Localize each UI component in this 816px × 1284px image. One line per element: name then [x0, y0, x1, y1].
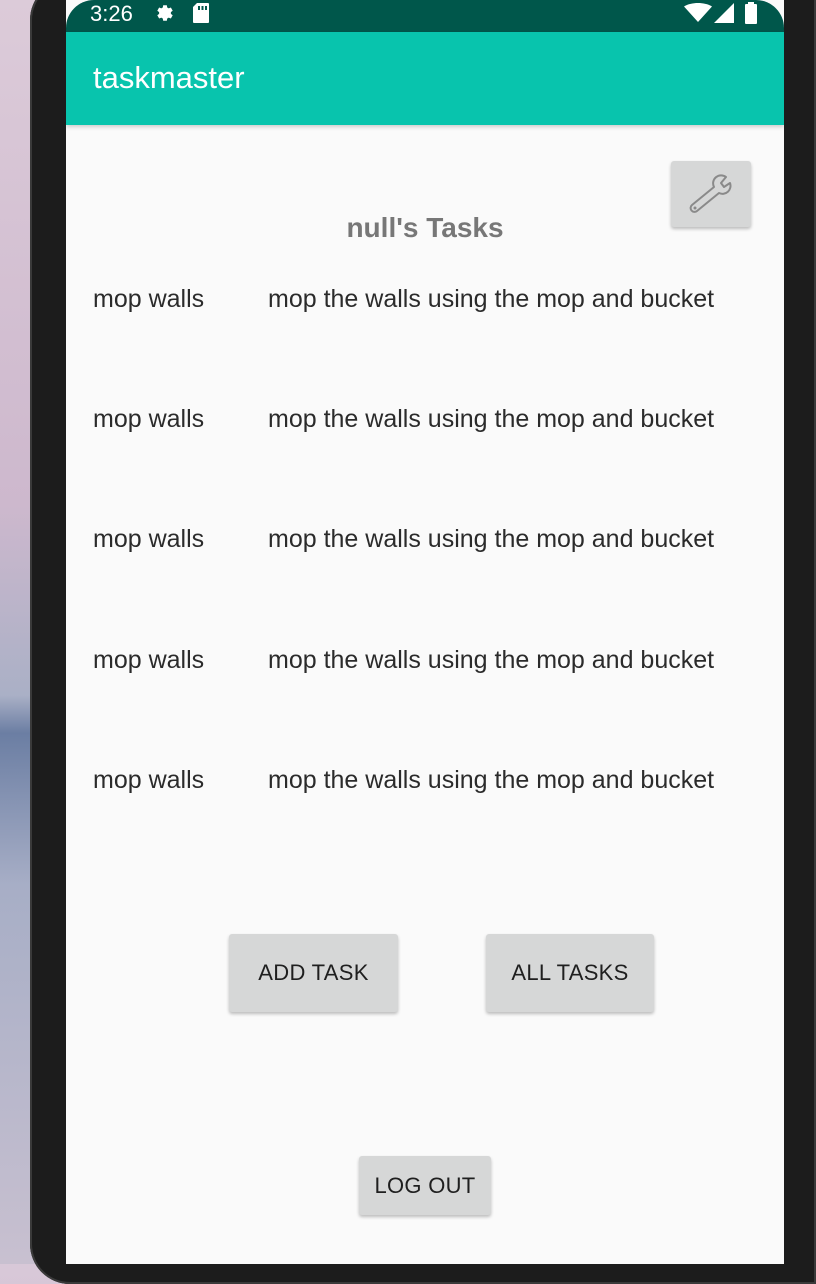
wifi-icon: [684, 3, 712, 28]
task-title: mop walls: [93, 766, 205, 794]
battery-icon: [744, 2, 758, 29]
task-body: mop the walls using the mop and bucket: [268, 766, 715, 794]
status-bar: 3:26: [66, 0, 784, 32]
task-title: mop walls: [93, 405, 205, 433]
page-title: null's Tasks: [346, 212, 504, 243]
add-task-button[interactable]: ADD TASK: [229, 934, 398, 1012]
task-body: mop the walls using the mop and bucket: [268, 405, 715, 433]
log-out-button[interactable]: LOG OUT: [359, 1156, 491, 1215]
task-row[interactable]: mop walls mop the walls using the mop an…: [93, 646, 773, 686]
task-row[interactable]: mop walls mop the walls using the mop an…: [93, 525, 773, 565]
status-time: 3:26: [90, 1, 133, 26]
task-row[interactable]: mop walls mop the walls using the mop an…: [93, 285, 773, 325]
sd-card-icon: [192, 2, 210, 29]
app-title: taskmaster: [93, 60, 245, 95]
task-title: mop walls: [93, 525, 205, 553]
task-title: mop walls: [93, 285, 205, 313]
task-body: mop the walls using the mop and bucket: [268, 285, 715, 313]
task-title: mop walls: [93, 646, 205, 674]
gear-icon: [154, 2, 176, 29]
task-body: mop the walls using the mop and bucket: [268, 525, 715, 553]
task-body: mop the walls using the mop and bucket: [268, 646, 715, 674]
wrench-icon: [686, 171, 736, 218]
all-tasks-button[interactable]: ALL TASKS: [486, 934, 654, 1012]
task-row[interactable]: mop walls mop the walls using the mop an…: [93, 405, 773, 445]
signal-icon: [714, 3, 734, 28]
app-bar: taskmaster: [66, 32, 784, 125]
task-row[interactable]: mop walls mop the walls using the mop an…: [93, 766, 773, 806]
app-screen: 3:26 taskmaster null's Tasks mop walls m…: [66, 0, 784, 1264]
